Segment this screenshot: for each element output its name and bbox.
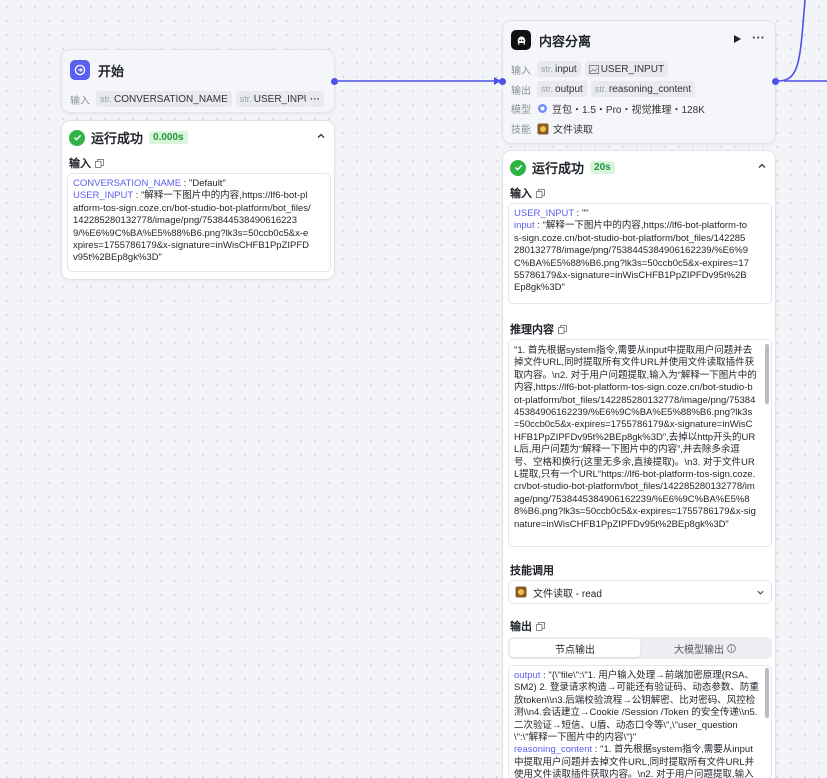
output-content-box[interactable]: output : "{\"file\":\"1. 用户输入处理→前端加密原理(R… [508, 665, 772, 778]
tab-node-output-label: 节点输出 [555, 644, 595, 656]
skill-select-value: 文件读取 - read [533, 588, 602, 600]
copy-icon[interactable] [558, 324, 567, 334]
content-input-port[interactable] [499, 78, 506, 85]
start-input-label: 输入 [70, 95, 90, 107]
play-icon[interactable] [732, 34, 742, 44]
content-input-label: 输入 [511, 65, 531, 77]
skill-select[interactable]: 文件读取 - read [508, 580, 772, 604]
reasoning-text: "1. 首先根据system指令,需要从input中提取用户问题并去掉文件URL… [514, 345, 757, 530]
param-tag-user-input: str.USER_INPUT [235, 91, 306, 107]
content-model-label: 模型 [511, 105, 531, 116]
content-result-time: 20s [590, 161, 615, 174]
content-skill-value: 文件读取 [553, 125, 593, 136]
start-node[interactable]: 开始 输入 str. CONVERSATION_NAME str. USER_INP… [61, 49, 338, 113]
content-model-value: 豆包・1.5・Pro・视觉推理・128K [552, 105, 705, 116]
param-tag-image-user-input: USER_INPUT [584, 61, 669, 77]
start-result-panel: 运行成功 0.000s 输入 CONVERSATION_NAME : "Defa… [61, 120, 335, 280]
copy-icon[interactable] [536, 621, 545, 631]
file-read-plugin-icon [537, 123, 549, 134]
reasoning-scrollbar[interactable] [765, 344, 769, 404]
output-tabs: 节点输出 大模型输出 [508, 637, 772, 659]
skill-call-title: 技能调用 [510, 565, 554, 577]
param-tag-input: str. input [537, 61, 581, 77]
chevron-down-icon [757, 590, 764, 595]
param-tag-conversation-name: str. CONVERSATION_NAME [96, 91, 232, 107]
reasoning-content-box[interactable]: "1. 首先根据system指令,需要从input中提取用户问题并去掉文件URL… [508, 339, 772, 547]
workflow-canvas[interactable]: 开始 输入 str. CONVERSATION_NAME str. USER_INP… [0, 0, 827, 778]
output-scrollbar[interactable] [765, 668, 769, 718]
content-input-line: input : "解释一下图片中的内容,https://lf6-bot-plat… [514, 220, 749, 294]
content-output-label: 输出 [511, 85, 531, 97]
doubao-model-icon [538, 104, 547, 113]
copy-icon[interactable] [536, 188, 545, 198]
content-output-title: 输出 [510, 618, 545, 634]
reasoning-title: 推理内容 [510, 321, 567, 337]
tab-llm-output-label: 大模型输出 [674, 644, 724, 656]
start-node-title: 开始 [98, 63, 125, 79]
copy-icon[interactable] [95, 158, 104, 168]
content-node-title: 内容分离 [539, 33, 592, 49]
start-result-input-box: CONVERSATION_NAME : "Default" USER_INPUT… [67, 173, 331, 272]
content-input-line: USER_INPUT : "" [514, 208, 589, 219]
start-result-time: 0.000s [149, 131, 188, 144]
start-node-icon [70, 60, 90, 80]
llm-node-icon [511, 30, 531, 50]
content-skill-label: 技能 [511, 125, 531, 136]
image-icon [588, 64, 599, 74]
param-tag-output: str. output [537, 81, 587, 97]
output-line: output : "{\"file\":\"1. 用户输入处理→前端加密原理(R… [514, 670, 759, 744]
content-result-status: 运行成功 [532, 161, 585, 176]
param-tag-reasoning-content: str. reasoning_content [590, 81, 696, 97]
info-icon[interactable] [727, 643, 736, 653]
content-node-more-button[interactable]: ··· [752, 30, 765, 45]
content-split-node[interactable]: 内容分离 ··· 输入 str. input USER_INPUT 输出 str.… [499, 20, 779, 144]
tab-node-output[interactable]: 节点输出 [510, 639, 640, 657]
content-result-input-box: USER_INPUT : "" input : "解释一下图片中的内容,http… [508, 203, 772, 304]
content-result-input-title: 输入 [510, 185, 545, 201]
success-check-icon [510, 159, 526, 176]
chevron-up-icon[interactable] [757, 161, 767, 171]
start-result-line: USER_INPUT : "解释一下图片中的内容,https://lf6-bot… [73, 190, 311, 264]
start-result-status: 运行成功 [91, 131, 144, 146]
file-read-plugin-icon [515, 586, 527, 598]
edge-content-to-next [777, 0, 806, 82]
chevron-up-icon[interactable] [316, 131, 326, 141]
content-output-port[interactable] [772, 78, 779, 85]
start-result-input-title: 输入 [69, 155, 104, 171]
content-result-panel: 运行成功 20s 输入 USER_INPUT : "" input : "解释一… [502, 150, 776, 778]
success-check-icon [69, 129, 85, 146]
start-result-line: CONVERSATION_NAME : "Default" [73, 178, 226, 189]
output-line: reasoning_content : "1. 首先根据system指令,需要从… [514, 744, 755, 778]
start-node-more-button[interactable]: ··· [306, 91, 324, 107]
tab-llm-output[interactable]: 大模型输出 [640, 639, 770, 657]
start-output-port[interactable] [331, 78, 338, 85]
